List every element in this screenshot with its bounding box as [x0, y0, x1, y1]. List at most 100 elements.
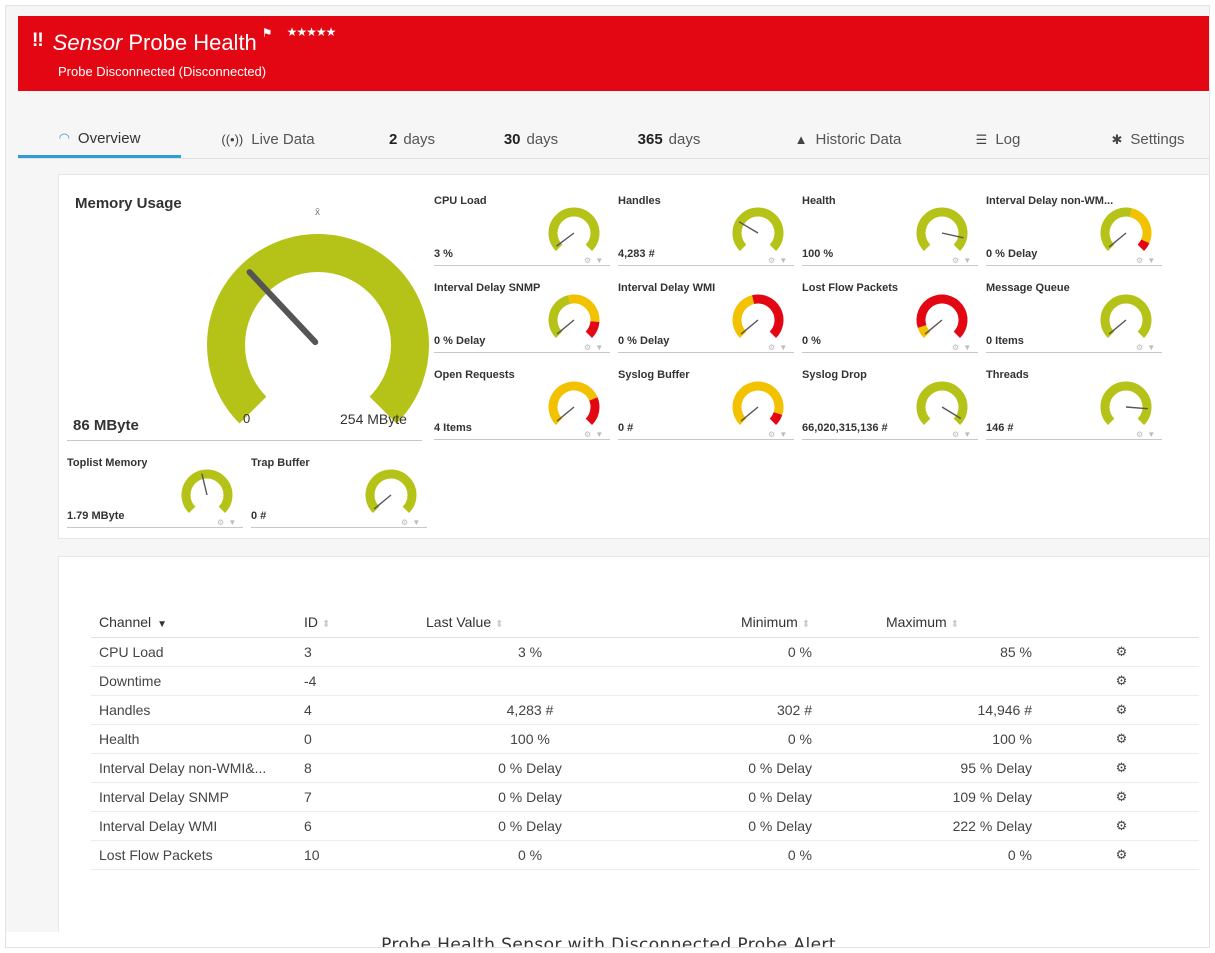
cell-maximum: 100 % [816, 724, 1036, 754]
flag-icon[interactable]: ⚑ [262, 26, 273, 40]
table-row[interactable]: Interval Delay SNMP 7 0 % Delay 0 % Delay 10… [91, 782, 1199, 812]
tab-label: days [526, 131, 559, 148]
gauge-interval-delay-non-wm[interactable]: Interval Delay non-WM... 0 % Delay ⚙ ▼ [986, 193, 1162, 271]
gauge-settings-icon[interactable]: ⚙ ▼ [217, 518, 237, 527]
sensor-header: !! Sensor Probe Health ⚑ ★★★★★ Probe Dis… [18, 16, 1209, 91]
gauge-syslog-buffer[interactable]: Syslog Buffer 0 # ⚙ ▼ [618, 367, 794, 445]
cell-last-value: 100 % [406, 724, 646, 754]
cell-channel[interactable]: Handles [91, 695, 296, 725]
channel-table: Channel ▼ ID ⬍ Last Value ⬍ Minimum ⬍ Maximum ⬍ C… [91, 607, 1199, 870]
gauge-settings-icon[interactable]: ⚙ ▼ [401, 518, 421, 527]
gauge-threads[interactable]: Threads 146 # ⚙ ▼ [986, 367, 1162, 445]
priority-stars[interactable]: ★★★★★ [287, 25, 337, 39]
divider [67, 440, 422, 441]
cell-channel[interactable]: Lost Flow Packets [91, 840, 296, 870]
cell-maximum [816, 666, 1036, 696]
gauge-settings-icon[interactable]: ⚙ ▼ [1136, 343, 1156, 352]
sensor-name[interactable]: Probe Health [128, 30, 256, 56]
channel-settings-icon[interactable]: ⚙ [1036, 782, 1199, 812]
cell-minimum [646, 666, 816, 696]
channel-settings-icon[interactable]: ⚙ [1036, 811, 1199, 841]
channel-settings-icon[interactable]: ⚙ [1036, 724, 1199, 754]
tab-historic-data[interactable]: ▲ Historic Data [758, 121, 938, 158]
cell-minimum: 0 % Delay [646, 753, 816, 783]
gauge-memory-usage[interactable]: Memory Usage x̄ 86 MByte 0 254 MByte [67, 187, 429, 441]
cell-channel[interactable]: Health [91, 724, 296, 754]
cell-id: 6 [296, 811, 406, 841]
tab-days-2[interactable]: 2 days [376, 121, 448, 158]
gauge-handles[interactable]: Handles 4,283 # ⚙ ▼ [618, 193, 794, 271]
gauge-settings-icon[interactable]: ⚙ ▼ [768, 430, 788, 439]
channel-table-panel: Channel ▼ ID ⬍ Last Value ⬍ Minimum ⬍ Maximum ⬍ C… [58, 556, 1209, 936]
gauge-value: 4,283 # [618, 248, 655, 260]
gauge-trap-buffer[interactable]: Trap Buffer 0 # ⚙ ▼ [251, 455, 427, 533]
gauge-label: CPU Load [434, 195, 487, 207]
gauge-lost-flow-packets[interactable]: Lost Flow Packets 0 % ⚙ ▼ [802, 280, 978, 358]
gauge-message-queue[interactable]: Message Queue 0 Items ⚙ ▼ [986, 280, 1162, 358]
gauge-value: 0 # [251, 510, 267, 522]
screenshot-frame: !! Sensor Probe Health ⚑ ★★★★★ Probe Dis… [5, 5, 1210, 948]
channel-settings-icon[interactable]: ⚙ [1036, 637, 1199, 667]
gauge-syslog-drop[interactable]: Syslog Drop 66,020,315,136 # ⚙ ▼ [802, 367, 978, 445]
gauge-settings-icon[interactable]: ⚙ ▼ [1136, 430, 1156, 439]
table-row[interactable]: Lost Flow Packets 10 0 % 0 % 0 % ⚙ [91, 840, 1199, 870]
table-row[interactable]: CPU Load 3 3 % 0 % 85 % ⚙ [91, 637, 1199, 667]
table-row[interactable]: Handles 4 4,283 #302 #14,946 # ⚙ [91, 695, 1199, 725]
gauge-open-requests[interactable]: Open Requests 4 Items ⚙ ▼ [434, 367, 610, 445]
tab-label: days [668, 131, 701, 148]
cell-channel[interactable]: Downtime [91, 666, 296, 696]
tab-label: days [403, 131, 436, 148]
table-row[interactable]: Health 0 100 % 0 % 100 % ⚙ [91, 724, 1199, 754]
gauge-label: Syslog Drop [802, 369, 867, 381]
column-header-maximum[interactable]: Maximum ⬍ [816, 607, 1036, 638]
gauge-settings-icon[interactable]: ⚙ ▼ [584, 256, 604, 265]
tab-overview[interactable]: ◠ Overview [18, 121, 181, 158]
column-header-last-value[interactable]: Last Value ⬍ [406, 607, 646, 638]
cell-id: 3 [296, 637, 406, 667]
gauge-label: Handles [618, 195, 661, 207]
column-header-channel[interactable]: Channel ▼ [91, 607, 296, 638]
gauge-cpu-load[interactable]: CPU Load 3 % ⚙ ▼ [434, 193, 610, 271]
cell-channel[interactable]: Interval Delay non-WMI&... [91, 753, 296, 783]
cell-id: 8 [296, 753, 406, 783]
cell-channel[interactable]: Interval Delay SNMP [91, 782, 296, 812]
gauge-dial [916, 207, 968, 252]
tab-log[interactable]: ☰ Log [953, 121, 1043, 158]
gauge-health[interactable]: Health 100 % ⚙ ▼ [802, 193, 978, 271]
gauge-settings-icon[interactable]: ⚙ ▼ [952, 343, 972, 352]
gauge-settings-icon[interactable]: ⚙ ▼ [952, 256, 972, 265]
column-header-id[interactable]: ID ⬍ [296, 607, 406, 638]
table-row[interactable]: Interval Delay non-WMI&... 8 0 % Delay 0 % … [91, 753, 1199, 783]
gauge-dial [181, 469, 233, 514]
gauge-min: 0 [243, 411, 251, 426]
cell-channel[interactable]: Interval Delay WMI [91, 811, 296, 841]
gauge-settings-icon[interactable]: ⚙ ▼ [952, 430, 972, 439]
gauge-panel: Memory Usage x̄ 86 MByte 0 254 MByte CPU… [58, 174, 1209, 539]
gauge-settings-icon[interactable]: ⚙ ▼ [584, 343, 604, 352]
channel-settings-icon[interactable]: ⚙ [1036, 695, 1199, 725]
cell-channel[interactable]: CPU Load [91, 637, 296, 667]
tab-days-365[interactable]: 365 days [614, 121, 724, 158]
gauge-interval-delay-snmp[interactable]: Interval Delay SNMP 0 % Delay ⚙ ▼ [434, 280, 610, 358]
column-header-minimum[interactable]: Minimum ⬍ [646, 607, 816, 638]
gauge-label: Message Queue [986, 282, 1070, 294]
gauge-settings-icon[interactable]: ⚙ ▼ [768, 256, 788, 265]
cell-last-value [406, 666, 646, 696]
channel-settings-icon[interactable]: ⚙ [1036, 840, 1199, 870]
gauge-settings-icon[interactable]: ⚙ ▼ [584, 430, 604, 439]
tab-label: Log [995, 131, 1021, 148]
gauge-settings-icon[interactable]: ⚙ ▼ [1136, 256, 1156, 265]
table-row[interactable]: Interval Delay WMI 6 0 % Delay 0 % Delay 222… [91, 811, 1199, 841]
tab-days-30[interactable]: 30 days [486, 121, 576, 158]
gauge-label: Open Requests [434, 369, 515, 381]
tab-settings[interactable]: ✱ Settings [1078, 121, 1209, 158]
gauge-interval-delay-wmi[interactable]: Interval Delay WMI 0 % Delay ⚙ ▼ [618, 280, 794, 358]
gauge-settings-icon[interactable]: ⚙ ▼ [768, 343, 788, 352]
table-row[interactable]: Downtime -4 ⚙ [91, 666, 1199, 696]
gauge-toplist-memory[interactable]: Toplist Memory 1.79 MByte ⚙ ▼ [67, 455, 243, 533]
tab-live-data[interactable]: ((•)) Live Data [193, 121, 343, 158]
channel-settings-icon[interactable]: ⚙ [1036, 753, 1199, 783]
gauge-label: Threads [986, 369, 1029, 381]
channel-settings-icon[interactable]: ⚙ [1036, 666, 1199, 696]
column-header-actions [1036, 607, 1199, 638]
